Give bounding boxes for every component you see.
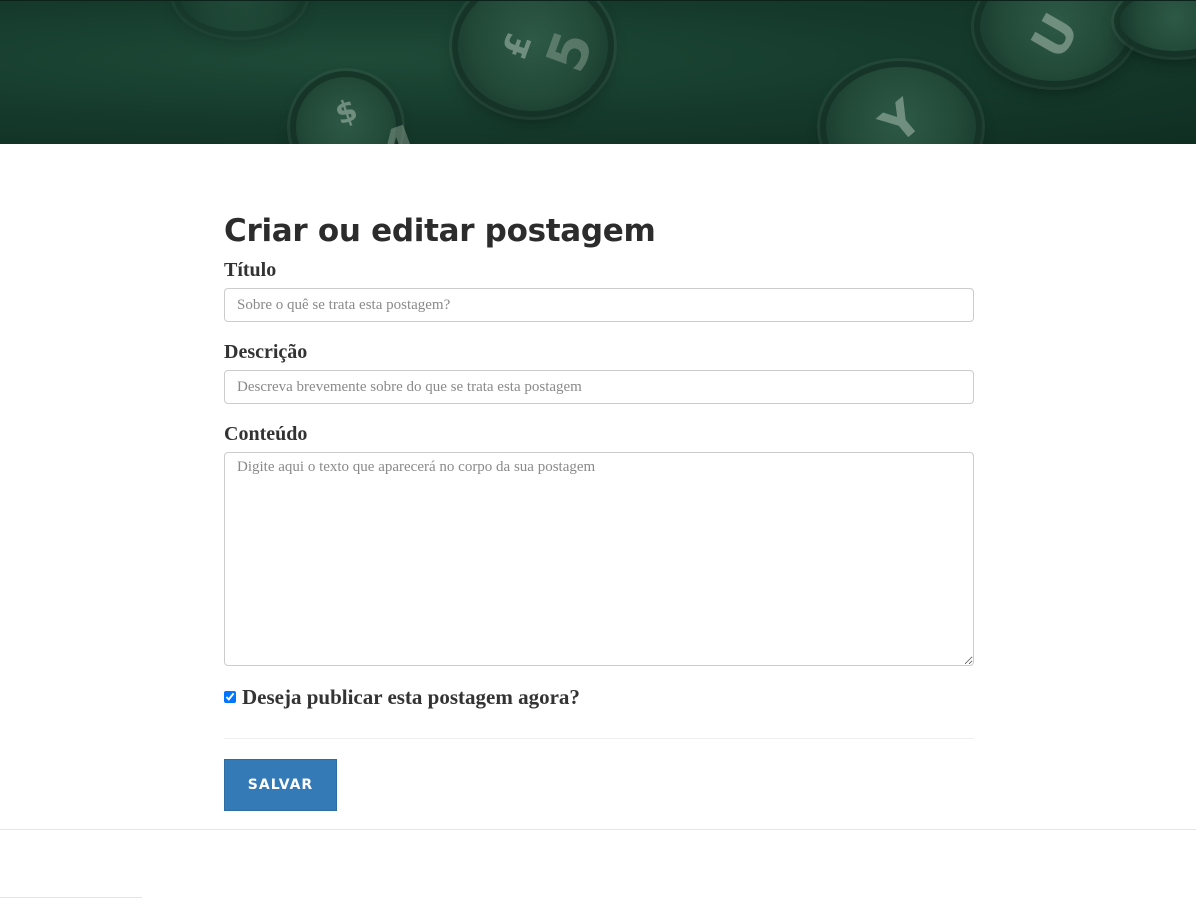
publish-label[interactable]: Deseja publicar esta postagem agora? — [242, 685, 580, 710]
save-button[interactable]: SALVAR — [224, 759, 337, 811]
page-title: Criar ou editar postagem — [224, 213, 656, 249]
content-label: Conteúdo — [224, 423, 308, 445]
typewriter-key: 5 — [533, 22, 607, 80]
form-divider — [224, 738, 974, 739]
footer-divider — [0, 829, 1196, 830]
description-label: Descrição — [224, 341, 308, 363]
typewriter-key: U — [980, 1, 1130, 81]
description-input[interactable] — [224, 370, 974, 404]
typewriter-key: Y — [826, 67, 976, 144]
header-banner: $ 4 £ 5 Y U — [0, 0, 1196, 144]
typewriter-key — [180, 1, 300, 31]
content-textarea[interactable] — [224, 452, 974, 666]
title-input[interactable] — [224, 288, 974, 322]
typewriter-key — [1120, 1, 1196, 51]
publish-checkbox[interactable] — [224, 691, 236, 703]
bottom-divider — [0, 897, 142, 898]
post-form: Criar ou editar postagem Título Descriçã… — [224, 210, 974, 811]
publish-row: Deseja publicar esta postagem agora? — [224, 684, 974, 710]
title-label: Título — [224, 259, 277, 281]
